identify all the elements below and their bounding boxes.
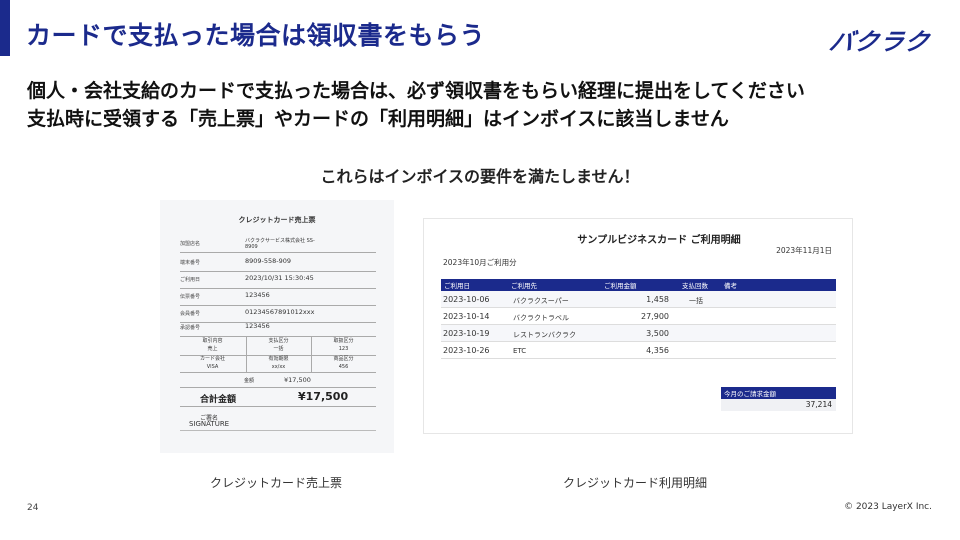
lead-text-line-2: 支払時に受領する「売上票」やカードの「利用明細」はインボイスに該当しません xyxy=(27,108,729,130)
slip-row-key: ご利用日 xyxy=(180,277,201,283)
slip-signature-value: SIGNATURE xyxy=(189,420,230,428)
row-amount: 1,458 xyxy=(646,295,669,304)
statement-month: 2023年10月ご利用分 xyxy=(443,258,517,267)
slip-grid-cell: xx/xx xyxy=(271,364,286,370)
slip-grid-cell: 123 xyxy=(338,346,349,352)
row-merchant: レストランバクラク xyxy=(513,331,576,339)
statement-header-row: ご利用日 ご利用先 ご利用金額 支払回数 備考 xyxy=(441,279,836,291)
row-merchant: ETC xyxy=(513,347,527,355)
row-date: 2023-10-26 xyxy=(443,346,490,355)
bakuraku-logo: バクラク xyxy=(827,28,933,56)
lead-text-line-1: 個人・会社支給のカードで支払った場合は、必ず領収書をもらい経理に提出をしてくださ… xyxy=(27,80,805,102)
slip-grid-cell: 456 xyxy=(338,364,349,370)
table-row: 2023-10-26 ETC 4,356 xyxy=(441,342,836,359)
slip-amount-label: 金額 xyxy=(244,378,255,384)
slip-grid-cell: VISA xyxy=(206,364,219,370)
slip-row-key: 承認番号 xyxy=(180,325,201,331)
slip-grid-line xyxy=(180,406,376,407)
slip-grid-cell: 一括 xyxy=(273,346,284,352)
row-merchant: バクラクトラベル xyxy=(513,314,569,322)
row-date: 2023-10-06 xyxy=(443,295,490,304)
slip-row-value: 123456 xyxy=(245,291,270,299)
slip-row-key: 加盟店名 xyxy=(180,241,201,247)
table-row: 2023-10-14 バクラクトラベル 27,900 xyxy=(441,308,836,325)
slip-row-value: 2023/10/31 15:30:45 xyxy=(245,274,314,282)
slip-amount-value: ¥17,500 xyxy=(284,376,311,384)
slip-row: 端末番号 8909-558-909 xyxy=(180,255,376,272)
slip-grid-cell: 売上 xyxy=(207,346,218,352)
title-accent-bar xyxy=(0,0,10,56)
statement-header-cell: 支払回数 xyxy=(682,282,708,290)
row-amount: 4,356 xyxy=(646,346,669,355)
statement-header-cell: ご利用金額 xyxy=(604,282,637,290)
slip-grid-line xyxy=(180,372,376,373)
row-date: 2023-10-19 xyxy=(443,329,490,338)
row-amount: 27,900 xyxy=(641,312,669,321)
slip-row: 承認番号 123456 xyxy=(180,320,376,337)
statement-summary-label: 今月のご請求金額 xyxy=(721,387,836,399)
statement-date: 2023年11月1日 xyxy=(776,246,832,255)
statement-title: サンプルビジネスカード ご利用明細 xyxy=(577,235,741,246)
slip-row-key: 端末番号 xyxy=(180,260,201,266)
copyright: © 2023 LayerX Inc. xyxy=(844,502,932,512)
slip-row-value: 123456 xyxy=(245,322,270,330)
row-merchant: バクラクスーパー xyxy=(513,297,569,305)
slip-row-value: 8909-558-909 xyxy=(245,257,292,265)
row-amount: 3,500 xyxy=(646,329,669,338)
warning-note: これらはインボイスの要件を満たしません！ xyxy=(320,167,640,186)
credit-card-slip-figure: クレジットカード売上票 加盟店名 バクラクサービス株式会社 SS-8909 端末… xyxy=(160,200,394,453)
statement-summary-value: 37,214 xyxy=(721,399,836,411)
statement-header-cell: ご利用先 xyxy=(511,282,537,290)
statement-header-cell: ご利用日 xyxy=(444,282,470,290)
row-date: 2023-10-14 xyxy=(443,312,490,321)
card-statement-figure: サンプルビジネスカード ご利用明細 2023年11月1日 2023年10月ご利用… xyxy=(423,218,853,434)
slide-title: カードで支払った場合は領収書をもらう xyxy=(26,21,486,50)
slip-grid-line xyxy=(180,430,376,431)
table-row: 2023-10-06 バクラクスーパー 1,458 一括 xyxy=(441,291,836,308)
receipt-caption: クレジットカード売上票 xyxy=(210,476,343,490)
page-number: 24 xyxy=(27,503,39,513)
slip-row-key: 会員番号 xyxy=(180,311,201,317)
slip-total-label: 合計金額 xyxy=(200,395,237,405)
slip-row-key: 伝票番号 xyxy=(180,294,201,300)
slip-row: ご利用日 2023/10/31 15:30:45 xyxy=(180,272,376,289)
slip-row: 加盟店名 バクラクサービス株式会社 SS-8909 xyxy=(180,236,376,253)
statement-header-cell: 備考 xyxy=(724,282,737,290)
slip-row: 伝票番号 123456 xyxy=(180,289,376,306)
slip-row-value: 01234567891012xxx xyxy=(245,308,315,316)
row-payment-count: 一括 xyxy=(689,297,703,305)
slip-title: クレジットカード売上票 xyxy=(238,216,316,224)
slip-total-value: ¥17,500 xyxy=(298,390,349,403)
slip-row-value: バクラクサービス株式会社 SS-8909 xyxy=(245,238,315,250)
slip-grid-line xyxy=(180,387,376,388)
table-row: 2023-10-19 レストランバクラク 3,500 xyxy=(441,325,836,342)
statement-caption: クレジットカード利用明細 xyxy=(563,476,708,490)
